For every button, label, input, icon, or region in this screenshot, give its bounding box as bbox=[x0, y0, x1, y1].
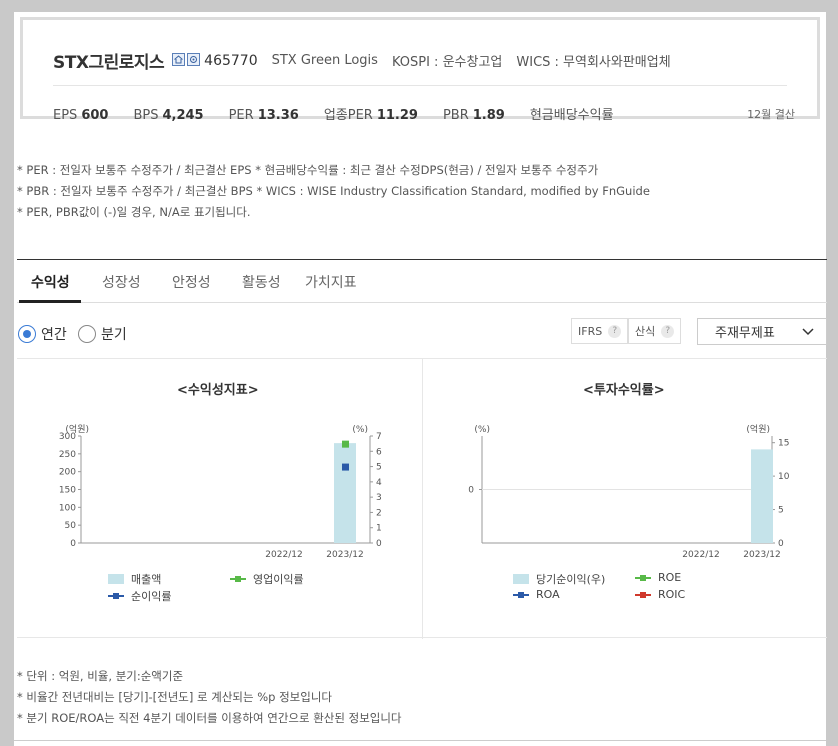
metric-pbr: PBR 1.89 bbox=[442, 108, 505, 123]
right-tick-label: 4 bbox=[376, 478, 382, 488]
x-tick-label: 2022/12 bbox=[265, 550, 302, 560]
right-tick-label: 5 bbox=[376, 463, 382, 473]
legend-swatch bbox=[635, 573, 651, 583]
stock-code: 465770 bbox=[204, 52, 258, 69]
help-icon[interactable]: ? bbox=[608, 324, 622, 338]
legend-swatch bbox=[513, 574, 529, 584]
chart-title-investment-return: <투자수익률> bbox=[583, 383, 665, 398]
radio-annual[interactable]: 연간 bbox=[18, 324, 67, 344]
radio-circle bbox=[18, 325, 36, 343]
legend-roa: ROA bbox=[513, 588, 560, 601]
legend-swatch bbox=[230, 574, 246, 584]
definition-notes: * PER : 전일자 보통주 수정주가 / 최근결산 EPS * 현금배당수익… bbox=[17, 160, 650, 223]
unit-notes: * 단위 : 억원, 비율, 분기:순액기준 * 비율간 전년대비는 [당기]-… bbox=[17, 666, 402, 729]
legend-roe: ROE bbox=[635, 571, 681, 584]
page: STX그린로지스 465770 STX Green Logis KOSPI : … bbox=[14, 12, 827, 746]
metric-eps: EPS 600 bbox=[53, 108, 109, 123]
legend-net-income: 당기순이익(우) bbox=[513, 571, 605, 587]
market-sector: KOSPI : 운수창고업 bbox=[391, 55, 503, 70]
note-line: * PER, PBR값이 (-)일 경우, N/A로 표기됩니다. bbox=[17, 205, 251, 219]
right-unit-label: (%) bbox=[352, 425, 368, 435]
tab-profitability[interactable]: 수익성 bbox=[31, 272, 70, 292]
ir-icon[interactable] bbox=[187, 53, 201, 66]
company-name-row: STX그린로지스 465770 STX Green Logis KOSPI : … bbox=[53, 48, 671, 74]
help-icon[interactable]: ? bbox=[661, 324, 675, 338]
wics-sector: WICS : 무역회사와판매업체 bbox=[516, 55, 671, 70]
legend-swatch bbox=[108, 574, 124, 584]
line-point bbox=[342, 440, 349, 448]
left-tick-label: 0 bbox=[70, 539, 76, 549]
tab-activity[interactable]: 활동성 bbox=[242, 272, 281, 292]
line-point bbox=[342, 463, 349, 471]
metric-dividend-yield: 현금배당수익률 bbox=[529, 108, 614, 123]
right-tick-label: 1 bbox=[376, 524, 382, 534]
divider bbox=[53, 85, 787, 86]
note-line: * PER : 전일자 보통주 수정주가 / 최근결산 EPS * 현금배당수익… bbox=[17, 163, 599, 177]
right-tick-label: 15 bbox=[778, 439, 789, 449]
formula-button[interactable]: 산식? bbox=[628, 318, 682, 344]
right-tick-label: 7 bbox=[376, 432, 382, 442]
left-tick-label: 50 bbox=[65, 521, 77, 531]
right-unit-label: (억원) bbox=[746, 423, 770, 435]
ifrs-button[interactable]: IFRS? bbox=[571, 318, 629, 344]
note-line: * 단위 : 억원, 비율, 분기:순액기준 bbox=[17, 669, 184, 683]
right-tick-label: 5 bbox=[778, 506, 784, 516]
radio-circle bbox=[78, 325, 96, 343]
right-tick-label: 6 bbox=[376, 447, 382, 457]
company-summary-card: STX그린로지스 465770 STX Green Logis KOSPI : … bbox=[20, 17, 820, 123]
legend-sales: 매출액 bbox=[108, 571, 161, 587]
company-name: STX그린로지스 bbox=[53, 53, 165, 73]
profitability-chart: (억원) (%)300250200150100500765432102022/12… bbox=[59, 423, 382, 560]
left-tick-label: 100 bbox=[59, 503, 76, 513]
left-tick-label: 150 bbox=[59, 486, 76, 496]
legend-swatch bbox=[513, 590, 529, 600]
right-tick-label: 0 bbox=[376, 539, 382, 549]
metric-sector-per: 업종PER 11.29 bbox=[323, 108, 418, 123]
chart-title-profitability: <수익성지표> bbox=[177, 383, 259, 398]
next-table-edge bbox=[14, 740, 826, 746]
fiscal-year-end: 12월 결산 bbox=[747, 108, 795, 121]
left-tick-label: 200 bbox=[59, 468, 76, 478]
investment-return-chart: (%) (억원) 0 15 10 5 0 2022/12 2023/12 bbox=[468, 423, 790, 560]
left-tick-label: 0 bbox=[468, 486, 474, 496]
x-tick-label: 2022/12 bbox=[682, 550, 719, 560]
statement-select[interactable]: 주재무제표 bbox=[697, 318, 827, 345]
chart-panels: <수익성지표> (억원) (%) 300 250 200 150 100 50 0 7 6 5 4 3 2 1… bbox=[17, 358, 827, 639]
x-tick-label: 2023/12 bbox=[326, 550, 363, 560]
metric-per: PER 13.36 bbox=[228, 108, 299, 123]
note-line: * PBR : 전일자 보통주 수정주가 / 최근결산 BPS * WICS :… bbox=[17, 184, 650, 198]
radio-quarterly[interactable]: 분기 bbox=[78, 324, 127, 344]
legend-net-margin: 순이익률 bbox=[108, 588, 171, 604]
right-tick-label: 2 bbox=[376, 508, 382, 518]
left-tick-label: 300 bbox=[59, 432, 76, 442]
active-tab-indicator bbox=[19, 300, 81, 303]
right-tick-label: 10 bbox=[778, 472, 790, 482]
legend-roic: ROIC bbox=[635, 588, 685, 601]
note-line: * 분기 ROE/ROA는 직전 4분기 데이터를 이용하여 연간으로 환산된 … bbox=[17, 711, 402, 725]
english-name: STX Green Logis bbox=[271, 53, 378, 68]
right-tick-label: 3 bbox=[376, 493, 382, 503]
tab-stability[interactable]: 안정성 bbox=[172, 272, 211, 292]
note-line: * 비율간 전년대비는 [당기]-[전년도] 로 계산되는 %p 정보입니다 bbox=[17, 690, 332, 704]
tab-valuation[interactable]: 가치지표 bbox=[305, 272, 357, 292]
right-tick-label: 0 bbox=[778, 539, 784, 549]
legend-operating-margin: 영업이익률 bbox=[230, 571, 304, 587]
metrics-row: EPS 600 BPS 4,245 PER 13.36 업종PER 11.29 PBR 1… bbox=[53, 104, 643, 123]
chevron-down-icon bbox=[802, 328, 814, 336]
metric-bps: BPS 4,245 bbox=[133, 108, 204, 123]
home-icon[interactable] bbox=[172, 53, 186, 66]
x-tick-label: 2023/12 bbox=[743, 550, 780, 560]
legend-swatch bbox=[635, 590, 651, 600]
legend-swatch bbox=[108, 591, 124, 601]
left-tick-label: 250 bbox=[59, 450, 76, 460]
left-unit-label: (%) bbox=[474, 425, 490, 435]
bar bbox=[751, 449, 773, 543]
bar bbox=[334, 443, 356, 543]
ratio-tabs: 수익성 성장성 안정성 활동성 가치지표 bbox=[17, 259, 827, 303]
tab-growth[interactable]: 성장성 bbox=[102, 272, 141, 292]
